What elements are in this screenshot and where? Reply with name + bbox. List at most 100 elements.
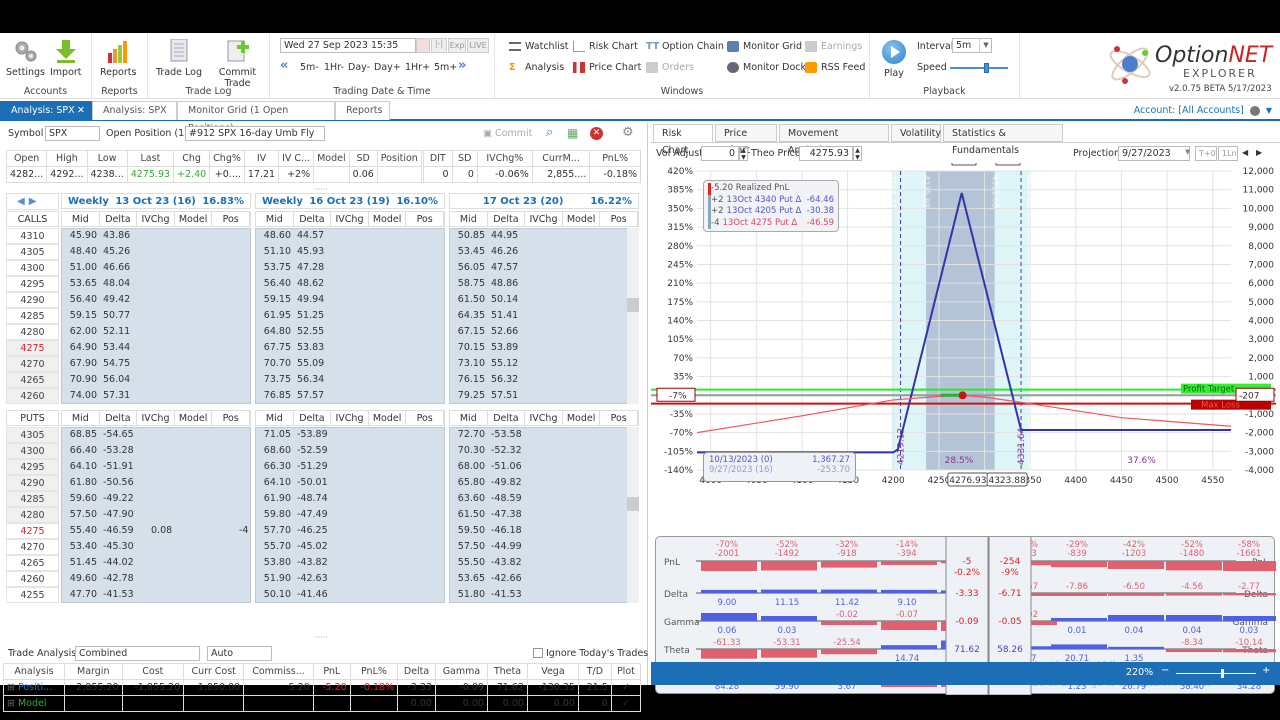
vol-adjust-spinner[interactable]: ▲ ▼: [739, 146, 748, 161]
vol-adjust-input[interactable]: 0: [701, 146, 739, 161]
mid-price[interactable]: 73.10: [455, 358, 485, 369]
grid-icon[interactable]: ▦: [567, 126, 578, 140]
delete-icon[interactable]: ✕: [590, 127, 603, 140]
column-header[interactable]: Model: [175, 212, 213, 226]
mid-price[interactable]: 55.50: [455, 557, 485, 568]
mid-price[interactable]: 67.90: [67, 358, 97, 369]
column-header[interactable]: Pos: [212, 411, 250, 425]
settings-button[interactable]: Settings: [6, 39, 45, 78]
search-icon[interactable]: ⌕: [546, 125, 553, 140]
step-1hr-back[interactable]: 1Hr-: [324, 62, 344, 73]
risk-chart-button[interactable]: Risk Chart: [573, 41, 638, 52]
step-day-forward[interactable]: Day+: [374, 62, 401, 73]
reports-button[interactable]: Reports: [100, 39, 136, 78]
strike-cell[interactable]: 4275: [6, 340, 59, 356]
strike-cell[interactable]: 4270: [6, 539, 59, 555]
mid-price[interactable]: 64.90: [67, 342, 97, 353]
plot-checkbox[interactable]: ✓: [610, 695, 642, 712]
mid-price[interactable]: 53.65: [455, 573, 485, 584]
mid-price[interactable]: 70.70: [261, 358, 291, 369]
strike-cell[interactable]: 4270: [6, 356, 59, 372]
column-header[interactable]: Delta: [294, 411, 332, 425]
mid-price[interactable]: 70.30: [455, 445, 485, 456]
column-header[interactable]: Model: [369, 212, 407, 226]
mid-price[interactable]: 63.60: [455, 493, 485, 504]
earnings-button[interactable]: Earnings: [805, 41, 862, 52]
strike-cell[interactable]: 4300: [6, 443, 59, 459]
mid-price[interactable]: 61.95: [261, 310, 291, 321]
datetime-input[interactable]: Wed 27 Sep 2023 15:35: [280, 38, 416, 53]
column-header[interactable]: IVChg: [331, 411, 369, 425]
mid-price[interactable]: 71.05: [261, 429, 291, 440]
mid-price[interactable]: 55.40: [67, 525, 97, 536]
column-header[interactable]: Delta: [100, 411, 138, 425]
watchlist-button[interactable]: Watchlist: [509, 41, 569, 52]
expand-icon[interactable]: ⊞: [7, 682, 15, 693]
column-header[interactable]: Delta: [294, 212, 332, 226]
mid-price[interactable]: 59.50: [455, 525, 485, 536]
mid-price[interactable]: 57.70: [261, 525, 291, 536]
mid-price[interactable]: 61.80: [67, 477, 97, 488]
trade-log-button[interactable]: Trade Log: [156, 38, 202, 78]
mid-price[interactable]: 53.75: [261, 262, 291, 273]
mid-price[interactable]: 56.05: [455, 262, 485, 273]
mid-price[interactable]: 64.10: [261, 477, 291, 488]
gear-icon[interactable]: ⚙: [622, 125, 634, 140]
1ln-button[interactable]: 1Ln: [1218, 146, 1238, 161]
plot-checkbox[interactable]: ✓: [610, 679, 642, 696]
orders-button[interactable]: Orders: [646, 62, 694, 73]
column-header[interactable]: Model: [563, 411, 601, 425]
analysis-row-label[interactable]: ⊞ Model: [3, 695, 65, 712]
strike-cell[interactable]: 4280: [6, 507, 59, 523]
rss-feed-button[interactable]: RSS Feed: [805, 62, 865, 73]
step-5m-back[interactable]: 5m-: [300, 62, 319, 73]
strike-cell[interactable]: 4305: [6, 427, 59, 443]
mid-price[interactable]: 53.45: [455, 246, 485, 257]
calls-scrollbar[interactable]: [627, 228, 639, 404]
column-header[interactable]: Mid: [256, 212, 294, 226]
mid-price[interactable]: 68.85: [67, 429, 97, 440]
tab-analysis-spx-active[interactable]: Analysis: SPX ✕: [0, 101, 92, 120]
mid-price[interactable]: 59.60: [67, 493, 97, 504]
import-button[interactable]: Import: [50, 39, 82, 78]
column-header[interactable]: Pos: [600, 212, 638, 226]
column-header[interactable]: Pos: [406, 212, 444, 226]
column-header[interactable]: Delta: [100, 212, 138, 226]
chart-tab[interactable]: Statistics & Fundamentals: [943, 124, 1063, 156]
strike-cell[interactable]: 4285: [6, 491, 59, 507]
step-5m-forward[interactable]: 5m+: [434, 62, 457, 73]
step-day-back[interactable]: Day-: [348, 62, 370, 73]
strike-cell[interactable]: 4265: [6, 555, 59, 571]
strike-cell[interactable]: 4285: [6, 308, 59, 324]
mid-price[interactable]: 61.90: [261, 493, 291, 504]
mid-price[interactable]: 67.15: [455, 326, 485, 337]
strike-cell[interactable]: 4275: [6, 523, 59, 539]
arrow-right-icon[interactable]: ▶: [1256, 148, 1262, 157]
mid-price[interactable]: 56.40: [67, 294, 97, 305]
arrow-left-icon[interactable]: ◀: [17, 196, 25, 207]
monitor-grid-button[interactable]: Monitor Grid: [727, 41, 802, 52]
mid-price[interactable]: 51.90: [261, 573, 291, 584]
mid-price[interactable]: 59.15: [261, 294, 291, 305]
column-header[interactable]: IVChg: [331, 212, 369, 226]
zoom-slider-thumb[interactable]: [1221, 669, 1224, 678]
mid-price[interactable]: 68.60: [261, 445, 291, 456]
mid-price[interactable]: 55.70: [261, 541, 291, 552]
column-header[interactable]: IVChg: [137, 411, 175, 425]
mid-price[interactable]: 50.10: [261, 589, 291, 600]
mid-price[interactable]: 49.60: [67, 573, 97, 584]
mid-price[interactable]: 67.75: [261, 342, 291, 353]
step-back-button[interactable]: |-|: [431, 38, 447, 53]
mid-price[interactable]: 47.70: [67, 589, 97, 600]
mid-price[interactable]: 72.70: [455, 429, 485, 440]
column-header[interactable]: Mid: [450, 411, 488, 425]
mid-price[interactable]: 51.00: [67, 262, 97, 273]
mid-price[interactable]: 51.80: [455, 589, 485, 600]
mid-price[interactable]: 70.15: [455, 342, 485, 353]
mid-price[interactable]: 73.75: [261, 374, 291, 385]
column-header[interactable]: IVChg: [137, 212, 175, 226]
mid-price[interactable]: 66.30: [261, 461, 291, 472]
column-header[interactable]: Model: [175, 411, 213, 425]
mid-price[interactable]: 61.50: [455, 294, 485, 305]
mid-price[interactable]: 74.00: [67, 390, 97, 401]
